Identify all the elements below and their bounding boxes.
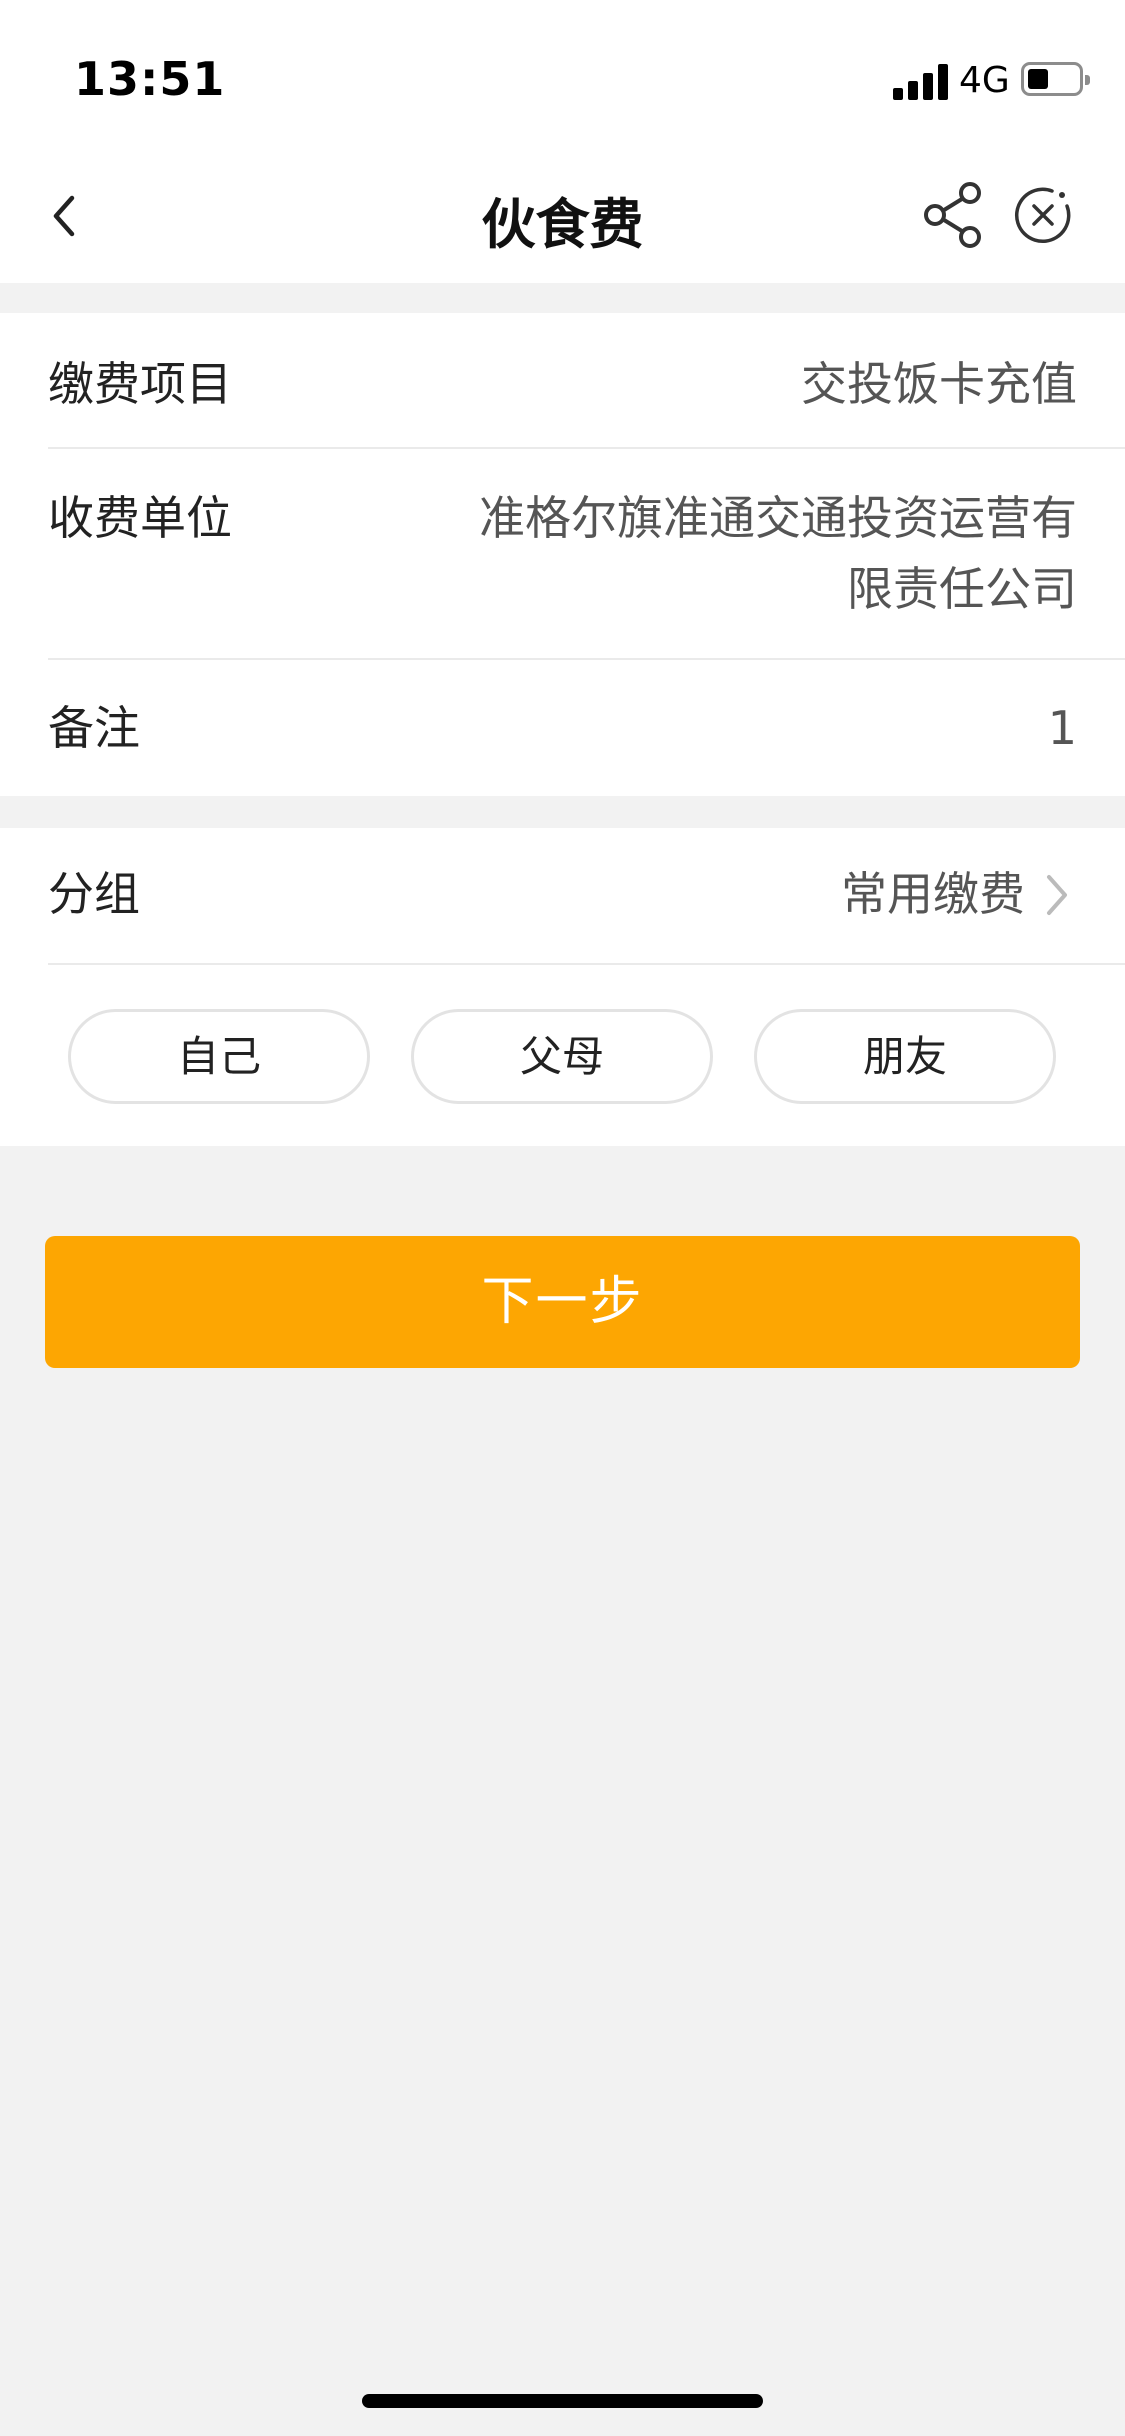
share-icon[interactable] (922, 180, 988, 250)
group-option-parents[interactable]: 父母 (411, 1009, 713, 1104)
chevron-right-icon (1047, 875, 1067, 915)
status-bar: 13:51 4G (0, 0, 1125, 150)
network-type: 4G (959, 60, 1010, 101)
detail-label: 备注 (48, 701, 140, 755)
group-selector[interactable]: 分组 常用缴费 (48, 859, 1077, 930)
divider (48, 658, 1125, 660)
detail-value-line1: 准格尔旗准通交通投资运营有 (479, 491, 1077, 545)
divider (48, 447, 1125, 449)
signal-icon (893, 64, 949, 100)
group-value: 常用缴费 (841, 867, 1025, 921)
close-circle-icon[interactable] (1012, 184, 1074, 246)
detail-value-line2: 限责任公司 (847, 562, 1077, 616)
status-time: 13:51 (74, 52, 226, 106)
detail-row-remark: 备注 1 (48, 693, 1077, 764)
payment-details-card: 缴费项目 交投饭卡充值 收费单位 准格尔旗准通交通投资运营有 限责任公司 备注 … (0, 313, 1125, 796)
detail-label: 收费单位 (48, 491, 232, 545)
battery-icon (1021, 62, 1090, 96)
detail-value: 1 (1047, 701, 1077, 755)
detail-row-payee: 收费单位 准格尔旗准通交通投资运营有 限责任公司 (48, 483, 1077, 625)
group-label: 分组 (48, 867, 140, 921)
next-button[interactable]: 下一步 (45, 1236, 1080, 1368)
detail-value: 交投饭卡充值 (801, 357, 1077, 411)
group-option-self[interactable]: 自己 (68, 1009, 370, 1104)
navigation-bar: 伙食费 (0, 150, 1125, 283)
detail-label: 缴费项目 (48, 357, 232, 411)
divider (48, 963, 1125, 965)
group-option-friends[interactable]: 朋友 (754, 1009, 1056, 1104)
home-indicator[interactable] (362, 2394, 763, 2408)
detail-row-item: 缴费项目 交投饭卡充值 (48, 349, 1077, 420)
